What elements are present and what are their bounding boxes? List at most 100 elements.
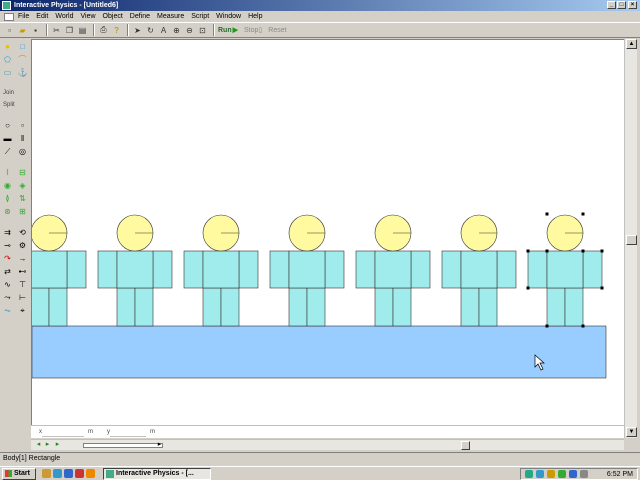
document-icon[interactable]	[4, 12, 14, 21]
selection-handle[interactable]	[581, 212, 585, 216]
gear-joint-icon[interactable]: ⚙	[18, 241, 28, 251]
x-field[interactable]	[42, 428, 84, 437]
menu-help[interactable]: Help	[248, 13, 262, 20]
pulley-tool-icon[interactable]: ◎	[18, 147, 28, 157]
figure-right-leg[interactable]	[48, 287, 68, 327]
rotational-damper-icon[interactable]: ◈	[18, 181, 28, 191]
separator-icon[interactable]: ⇅	[18, 194, 28, 204]
cut-icon[interactable]: ✂	[51, 25, 62, 36]
rope-tool-icon[interactable]: ⟋	[3, 147, 13, 157]
figure-right-arm[interactable]	[582, 250, 603, 289]
push-arrow-icon[interactable]: →	[18, 254, 28, 264]
open-file-icon[interactable]: ▰	[17, 25, 28, 36]
force-tool-icon[interactable]: ⇉	[3, 228, 13, 238]
menu-measure[interactable]: Measure	[157, 13, 184, 20]
vertical-scroll-thumb[interactable]	[626, 235, 637, 245]
menu-file[interactable]: File	[18, 13, 29, 20]
figure-right-arm[interactable]	[152, 250, 173, 289]
quicklaunch-icon[interactable]	[53, 469, 62, 478]
figure-torso[interactable]	[116, 250, 154, 289]
rectangle-tool-icon[interactable]: ▭	[3, 68, 13, 78]
close-button[interactable]: ×	[628, 1, 637, 9]
split-button[interactable]: Split	[0, 99, 30, 111]
figure-left-arm[interactable]	[441, 250, 462, 289]
figure-right-leg[interactable]	[564, 287, 584, 327]
torque-tool-icon[interactable]: ⟲	[18, 228, 28, 238]
tracker-tool-icon[interactable]: ⊤	[18, 280, 28, 290]
quicklaunch-icon[interactable]	[75, 469, 84, 478]
selection-handle[interactable]	[526, 249, 530, 253]
rod-tool-icon[interactable]: ▬	[3, 134, 13, 144]
figure-right-leg[interactable]	[134, 287, 154, 327]
hinge-tool-icon[interactable]: ⊸	[3, 241, 13, 251]
scroll-up-arrow[interactable]: ▲	[626, 39, 637, 49]
taskbar-app-button[interactable]: Interactive Physics - [...	[103, 467, 211, 480]
tray-icon[interactable]	[569, 470, 577, 478]
slot-tool-icon[interactable]: ‖	[18, 134, 28, 144]
menu-define[interactable]: Define	[130, 13, 150, 20]
path-tool-icon[interactable]: ⤳	[3, 293, 13, 303]
selection-handle[interactable]	[600, 286, 604, 290]
figure-left-leg[interactable]	[460, 287, 480, 327]
figure-left-leg[interactable]	[374, 287, 394, 327]
point-tool-icon[interactable]: ○	[3, 121, 13, 131]
maximize-button[interactable]: □	[617, 1, 626, 9]
figure-left-leg[interactable]	[202, 287, 222, 327]
figure-right-arm[interactable]	[238, 250, 259, 289]
pull-arrow-icon[interactable]: ↷	[3, 254, 13, 264]
figure-right-arm[interactable]	[496, 250, 517, 289]
menu-world[interactable]: World	[55, 13, 73, 20]
step-back-icon[interactable]: ◂	[34, 441, 43, 450]
save-icon[interactable]: ▪	[30, 25, 41, 36]
rope-joint-icon[interactable]: ≬	[3, 194, 13, 204]
floor-rectangle[interactable]	[32, 325, 607, 379]
meter-tool-icon[interactable]: ⏦	[3, 306, 13, 316]
figure-left-arm[interactable]	[183, 250, 204, 289]
scroll-right-arrow[interactable]: ▸	[155, 441, 164, 450]
figure-left-arm[interactable]	[527, 250, 548, 289]
figure-left-leg[interactable]	[288, 287, 308, 327]
figure-left-arm[interactable]	[97, 250, 118, 289]
figure-right-arm[interactable]	[66, 250, 87, 289]
tray-icon[interactable]	[536, 470, 544, 478]
join-button[interactable]: Join	[0, 87, 30, 99]
text-tool-icon[interactable]: A	[158, 25, 169, 36]
menu-object[interactable]: Object	[103, 13, 123, 20]
selection-handle[interactable]	[581, 324, 585, 328]
rotational-spring-icon[interactable]: ◉	[3, 181, 13, 191]
physics-scene[interactable]	[32, 40, 624, 425]
scroll-down-arrow[interactable]: ▼	[626, 427, 637, 437]
workspace-canvas[interactable]	[31, 39, 624, 425]
tape-track[interactable]	[83, 443, 163, 448]
rotate-tool-icon[interactable]: ↻	[145, 25, 156, 36]
square-tool-icon[interactable]: □	[18, 42, 28, 52]
help-icon[interactable]: ?	[111, 25, 122, 36]
zoom-in-icon[interactable]: ⊕	[171, 25, 182, 36]
menu-window[interactable]: Window	[216, 13, 241, 20]
selection-handle[interactable]	[526, 286, 530, 290]
measure-tool-icon[interactable]: ⊢	[18, 293, 28, 303]
quicklaunch-icon[interactable]	[86, 469, 95, 478]
anchor-tool-icon[interactable]: ⚓	[18, 68, 28, 78]
spring-tool-icon[interactable]: ⌇	[3, 168, 13, 178]
figure-right-leg[interactable]	[478, 287, 498, 327]
menu-script[interactable]: Script	[191, 13, 209, 20]
figure-torso[interactable]	[546, 250, 584, 289]
figure-left-leg[interactable]	[32, 287, 50, 327]
y-field[interactable]	[110, 428, 146, 437]
paste-icon[interactable]: ▤	[77, 25, 88, 36]
stop-button[interactable]: Stop ▯	[244, 26, 262, 35]
selection-handle[interactable]	[545, 324, 549, 328]
tray-icon[interactable]	[558, 470, 566, 478]
quicklaunch-icon[interactable]	[64, 469, 73, 478]
figure-torso[interactable]	[202, 250, 240, 289]
quicklaunch-icon[interactable]	[42, 469, 51, 478]
horizontal-scroll-thumb[interactable]	[461, 441, 470, 450]
figure-torso[interactable]	[288, 250, 326, 289]
copy-icon[interactable]: ❐	[64, 25, 75, 36]
reset-button[interactable]: Reset	[268, 27, 286, 34]
actuator-tool-icon[interactable]: ⊞	[18, 207, 28, 217]
menu-view[interactable]: View	[81, 13, 96, 20]
volume-icon[interactable]	[547, 470, 555, 478]
tray-icon[interactable]	[580, 470, 588, 478]
